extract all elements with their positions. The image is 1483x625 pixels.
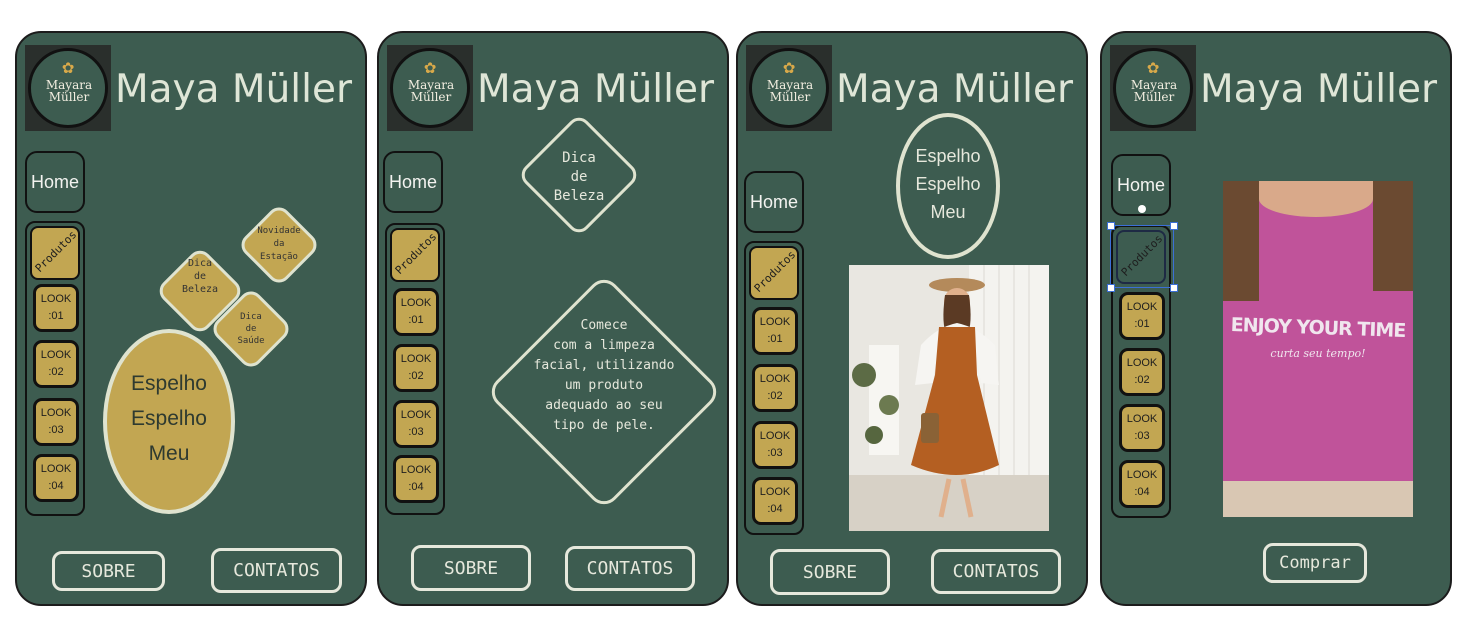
dress-photo xyxy=(849,265,1049,531)
look-04-button[interactable]: LOOK :04 xyxy=(33,454,79,502)
hair-left xyxy=(1223,181,1259,301)
flower-icon: ✿ xyxy=(423,59,437,77)
sobre-button[interactable]: SOBRE xyxy=(411,545,531,591)
produtos-button[interactable]: Produtos xyxy=(30,226,80,280)
selection-box[interactable] xyxy=(1110,225,1174,288)
produtos-button[interactable]: Produtos xyxy=(749,246,799,300)
contatos-button[interactable]: CONTATOS xyxy=(211,548,342,593)
look-02-button[interactable]: LOOK :02 xyxy=(393,344,439,392)
logo-circle: ✿ Mayara Müller xyxy=(749,48,829,128)
neck xyxy=(1259,181,1373,217)
flower-icon: ✿ xyxy=(1146,59,1160,77)
look-02-button[interactable]: LOOK :02 xyxy=(752,364,798,412)
home-button[interactable]: Home xyxy=(744,171,804,233)
espelho-label: Espelho Espelho Meu xyxy=(915,146,981,222)
logo[interactable]: ✿ Mayara Müller xyxy=(1110,45,1196,131)
look-02-button[interactable]: LOOK :02 xyxy=(1119,348,1165,396)
novidade-label: Novidade da Estação xyxy=(257,226,301,262)
brand-title: Maya Müller xyxy=(1200,67,1437,112)
sobre-button[interactable]: SOBRE xyxy=(52,551,165,591)
shirt-text: ENJOY YOUR TIME xyxy=(1230,313,1406,343)
logo[interactable]: ✿ Mayara Müller xyxy=(387,45,473,131)
sobre-button[interactable]: SOBRE xyxy=(770,549,890,595)
logo-circle: ✿ Mayara Müller xyxy=(390,48,470,128)
screen-beauty-tip: ✿ Mayara Müller Maya Müller Home Produtos… xyxy=(377,31,729,606)
look-04-button[interactable]: LOOK :04 xyxy=(1119,460,1165,508)
contatos-button[interactable]: CONTATOS xyxy=(931,549,1061,594)
home-button[interactable]: Home xyxy=(383,151,443,213)
logo[interactable]: ✿ Mayara Müller xyxy=(25,45,111,131)
look-03-button[interactable]: LOOK :03 xyxy=(752,421,798,469)
tip-text: Comece com a limpeza facial, utilizando … xyxy=(533,318,675,433)
screen-home: ✿ Mayara Müller Maya Müller Home Produtos… xyxy=(15,31,367,606)
dica-saude-label: Dica de Saúde xyxy=(237,312,265,346)
produtos-label: Produtos xyxy=(32,228,80,275)
selection-handle-top[interactable] xyxy=(1138,205,1146,213)
selection-handle-tl[interactable] xyxy=(1107,222,1115,230)
shirt-subtext: curta seu tempo! xyxy=(1270,347,1366,360)
flower-icon: ✿ xyxy=(61,59,75,77)
look-03-button[interactable]: LOOK :03 xyxy=(1119,404,1165,452)
brand-title: Maya Müller xyxy=(836,67,1073,112)
screen-product: ✿ Mayara Müller Maya Müller Home Produtos… xyxy=(1100,31,1452,606)
home-button[interactable]: Home xyxy=(25,151,85,213)
comprar-button[interactable]: Comprar xyxy=(1263,543,1367,583)
look-01-button[interactable]: LOOK :01 xyxy=(33,284,79,332)
brand-title: Maya Müller xyxy=(477,67,714,112)
pants xyxy=(1223,481,1413,517)
hair-right xyxy=(1373,181,1413,291)
sidebar-nav: Produtos LOOK :01 LOOK :02 LOOK :03 LOOK… xyxy=(25,221,85,516)
sidebar-nav: Produtos LOOK :01 LOOK :02 LOOK :03 LOOK… xyxy=(385,223,445,515)
look-04-button[interactable]: LOOK :04 xyxy=(393,455,439,503)
contatos-button[interactable]: CONTATOS xyxy=(565,546,695,591)
logo[interactable]: ✿ Mayara Müller xyxy=(746,45,832,131)
look-03-button[interactable]: LOOK :03 xyxy=(393,400,439,448)
flower-icon: ✿ xyxy=(782,59,796,77)
look-01-button[interactable]: LOOK :01 xyxy=(1119,292,1165,340)
sidebar-nav: Produtos LOOK :01 LOOK :02 LOOK :03 LOOK… xyxy=(744,241,804,535)
dica-beleza-label: Dica de Beleza xyxy=(553,150,605,204)
produtos-button[interactable]: Produtos xyxy=(390,228,440,282)
screen-look: ✿ Mayara Müller Maya Müller Home Produtos… xyxy=(736,31,1088,606)
look-04-button[interactable]: LOOK :04 xyxy=(752,477,798,525)
logo-circle: ✿ Mayara Müller xyxy=(28,48,108,128)
look-02-button[interactable]: LOOK :02 xyxy=(33,340,79,388)
dica-beleza-label: Dica de Beleza xyxy=(181,258,219,295)
selection-handle-bl[interactable] xyxy=(1107,284,1115,292)
look-01-button[interactable]: LOOK :01 xyxy=(752,307,798,355)
selection-handle-tr[interactable] xyxy=(1170,222,1178,230)
espelho-label: Espelho Espelho Meu xyxy=(131,372,207,465)
brand-title: Maya Müller xyxy=(115,67,352,112)
selection-handle-br[interactable] xyxy=(1170,284,1178,292)
look-01-button[interactable]: LOOK :01 xyxy=(393,288,439,336)
look-03-button[interactable]: LOOK :03 xyxy=(33,398,79,446)
logo-line2: Müller xyxy=(48,90,90,104)
logo-circle: ✿ Mayara Müller xyxy=(1113,48,1193,128)
tshirt-photo: ENJOY YOUR TIME curta seu tempo! xyxy=(1223,181,1413,517)
